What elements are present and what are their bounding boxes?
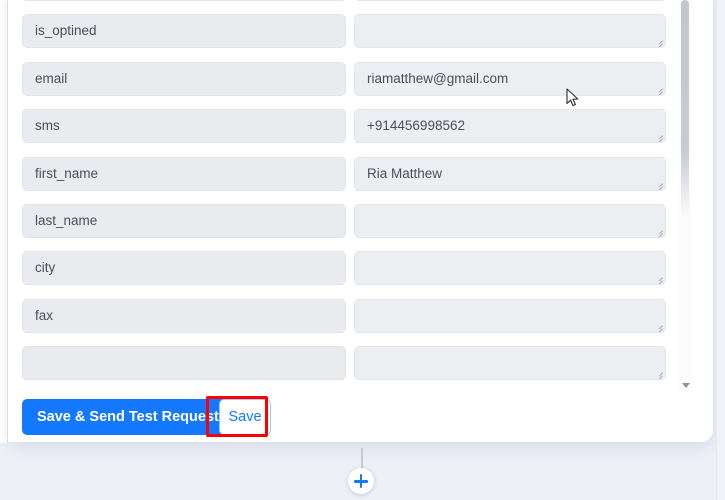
textarea-resize-handle[interactable] <box>654 179 663 190</box>
field-key-input[interactable]: first_name <box>22 156 346 191</box>
field-mapping-row <box>8 346 684 392</box>
field-value-input[interactable]: Subscribed <box>354 0 666 1</box>
field-value-input[interactable] <box>354 251 666 286</box>
field-key-input[interactable]: fax <box>22 298 346 333</box>
add-step-button[interactable] <box>348 468 374 494</box>
field-mapping-row: last_name <box>8 203 684 251</box>
textarea-resize-handle[interactable] <box>654 84 663 95</box>
field-key-input[interactable]: state <box>22 0 346 1</box>
field-mapping-row: first_name Ria Matthew <box>8 156 684 204</box>
form-scrollbar-thumb[interactable] <box>681 0 689 216</box>
field-value-input[interactable] <box>354 346 666 381</box>
field-mapping-row: state Subscribed <box>8 0 684 14</box>
field-mapping-row: email riamatthew@gmail.com <box>8 61 684 109</box>
save-and-send-test-request-button[interactable]: Save & Send Test Request <box>22 399 234 435</box>
field-value-input[interactable]: riamatthew@gmail.com <box>354 61 666 96</box>
textarea-resize-handle[interactable] <box>654 226 663 237</box>
browser-scrollbar[interactable] <box>716 0 725 500</box>
form-scrollbar-track[interactable] <box>679 0 691 392</box>
field-mapping-scroll-area[interactable]: stateSubscribedis_optinedemailriamatthew… <box>8 0 705 392</box>
field-mapping-row: is_optined <box>8 14 684 61</box>
field-value-input[interactable]: Ria Matthew <box>354 156 666 191</box>
textarea-resize-handle[interactable] <box>654 36 663 48</box>
flow-connector-line <box>361 448 363 470</box>
field-key-input[interactable]: city <box>22 251 346 286</box>
field-key-input[interactable]: email <box>22 61 346 96</box>
field-key-input[interactable]: is_optined <box>22 14 346 49</box>
field-mapping-row: sms +914456998562 <box>8 109 684 156</box>
save-button[interactable]: Save <box>219 399 271 435</box>
textarea-resize-handle[interactable] <box>654 368 663 380</box>
field-key-input[interactable] <box>22 346 346 381</box>
field-value-input[interactable] <box>354 298 666 333</box>
textarea-resize-handle[interactable] <box>654 321 663 332</box>
textarea-resize-handle[interactable] <box>654 131 663 143</box>
plus-icon-stroke <box>359 474 363 488</box>
field-mapping-rows: stateSubscribedis_optinedemailriamatthew… <box>8 0 684 392</box>
field-key-input[interactable]: last_name <box>22 203 346 238</box>
field-value-input[interactable] <box>354 14 666 49</box>
field-key-input[interactable]: sms <box>22 109 346 144</box>
field-mapping-row: city <box>8 251 684 298</box>
chevron-down-icon[interactable] <box>682 383 690 388</box>
field-value-input[interactable]: +914456998562 <box>354 109 666 144</box>
form-action-bar: Save & Send Test Request Save <box>8 392 705 442</box>
field-mapping-row: fax <box>8 298 684 346</box>
textarea-resize-handle[interactable] <box>654 273 663 285</box>
field-value-input[interactable] <box>354 203 666 238</box>
